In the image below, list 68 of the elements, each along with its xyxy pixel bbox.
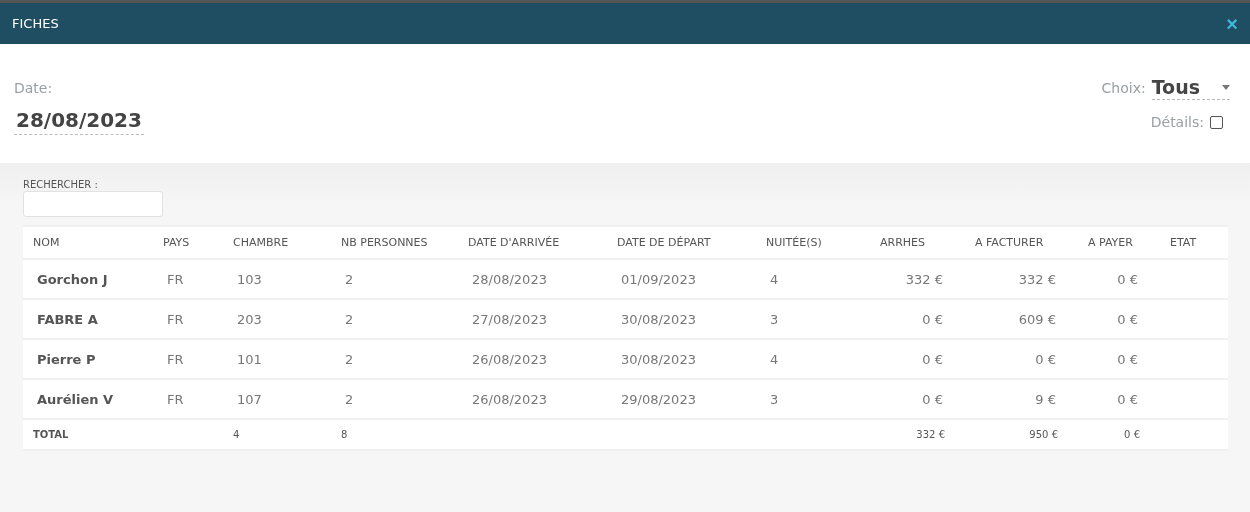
table-cell: 3 [756, 299, 870, 339]
table-cell: 3 [756, 379, 870, 419]
column-header[interactable]: DATE D'ARRIVÉE [458, 226, 607, 259]
search-field[interactable] [23, 191, 163, 217]
table-cell: 4 [756, 259, 870, 299]
date-label: Date: [14, 80, 53, 96]
table-cell: 0 € [1078, 299, 1160, 339]
caret-icon [1222, 84, 1230, 90]
date-field[interactable]: 28/08/2023 [14, 100, 144, 135]
table-cell: 609 € [965, 299, 1078, 339]
total-cell: 4 [223, 419, 331, 450]
column-header[interactable]: A FACTURER [965, 226, 1078, 259]
details-label: Détails: [1150, 114, 1204, 130]
table-cell: 103 [223, 259, 331, 299]
total-cell: 950 € [965, 419, 1078, 450]
table-cell: 29/08/2023 [607, 379, 756, 419]
table-cell: 0 € [965, 339, 1078, 379]
guest-name: FABRE A [23, 299, 153, 339]
table-cell: 0 € [1078, 259, 1160, 299]
column-header[interactable]: NUITÉE(S) [756, 226, 870, 259]
table-cell: 0 € [1078, 339, 1160, 379]
table-cell: FR [153, 379, 223, 419]
close-button[interactable]: × [1226, 13, 1238, 34]
total-cell: 0 € [1078, 419, 1160, 450]
table-cell: 2 [331, 379, 458, 419]
table-cell: FR [153, 259, 223, 299]
details-checkbox[interactable] [1210, 115, 1223, 129]
table-cell: 2 [331, 299, 458, 339]
table-cell: FR [153, 299, 223, 339]
column-header[interactable]: DATE DE DÉPART [607, 226, 756, 259]
column-header[interactable]: NOM [23, 226, 153, 259]
table-cell: 9 € [965, 379, 1078, 419]
total-label: TOTAL [23, 419, 153, 450]
table-cell: 26/08/2023 [458, 379, 607, 419]
table-cell: 332 € [870, 259, 965, 299]
total-cell: 8 [331, 419, 458, 450]
table-cell: 4 [756, 339, 870, 379]
column-header[interactable]: CHAMBRE [223, 226, 331, 259]
total-cell: 332 € [870, 419, 965, 450]
guest-name: Aurélien V [23, 379, 153, 419]
table-cell: 0 € [1078, 379, 1160, 419]
table-cell: 30/08/2023 [607, 299, 756, 339]
table-cell: 2 [331, 259, 458, 299]
table-cell: 101 [223, 339, 331, 379]
column-header[interactable]: A PAYER [1078, 226, 1160, 259]
table-cell: 26/08/2023 [458, 339, 607, 379]
table-cell: 30/08/2023 [607, 339, 756, 379]
table-cell: FR [153, 339, 223, 379]
table-cell: 107 [223, 379, 331, 419]
column-header[interactable]: PAYS [153, 226, 223, 259]
table-cell: 01/09/2023 [607, 259, 756, 299]
table-cell: 0 € [870, 379, 965, 419]
window-title: FICHES [12, 16, 59, 31]
search-label: RECHERCHER : [23, 179, 99, 190]
column-header[interactable]: ETAT [1160, 226, 1228, 259]
table-cell: 203 [223, 299, 331, 339]
guest-name: Pierre P [23, 339, 153, 379]
column-header[interactable]: NB PERSONNES [331, 226, 458, 259]
table-cell: 0 € [870, 339, 965, 379]
table-cell: 28/08/2023 [458, 259, 607, 299]
choice-select[interactable]: Tous [1151, 76, 1230, 100]
guest-name: Gorchon J [23, 259, 153, 299]
table-cell: 27/08/2023 [458, 299, 607, 339]
column-header[interactable]: ARRHES [870, 226, 965, 259]
choice-label: Choix: [1101, 80, 1146, 96]
table-cell: 332 € [965, 259, 1078, 299]
table-cell: 0 € [870, 299, 965, 339]
table-cell: 2 [331, 339, 458, 379]
